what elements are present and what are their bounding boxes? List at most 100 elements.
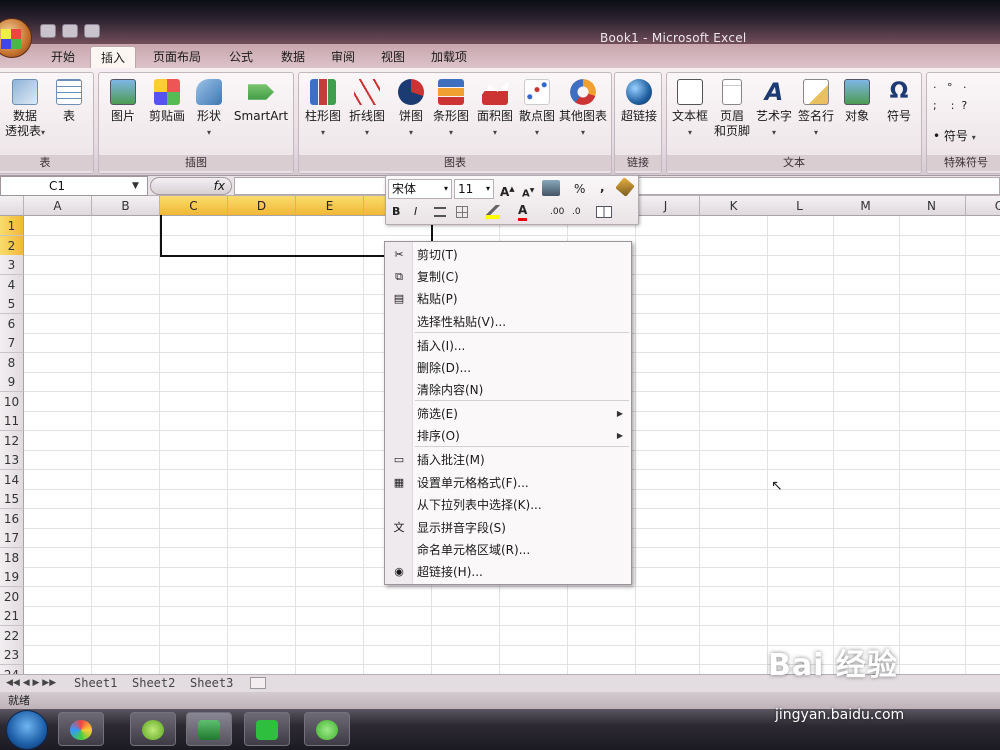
row-header[interactable]: 2 [0, 235, 24, 256]
context-menu-item[interactable]: 清除内容(N) [386, 379, 631, 401]
special-symbol-button[interactable]: • 符号 ▾ [933, 129, 997, 145]
row-header[interactable]: 11 [0, 411, 24, 431]
picture-button[interactable]: 图片 [105, 79, 141, 124]
percent-style-button[interactable]: % [574, 180, 585, 198]
column-header[interactable]: B [92, 196, 160, 216]
context-menu-item[interactable]: 从下拉列表中选择(K)... [386, 494, 631, 516]
row-header[interactable]: 7 [0, 333, 24, 353]
sheet-tab-2[interactable]: Sheet2 [132, 675, 175, 691]
tab-review[interactable]: 审阅 [320, 48, 366, 68]
clip-art-button[interactable]: 剪贴画 [145, 79, 189, 124]
font-color-button[interactable]: A [518, 201, 528, 221]
tab-addins[interactable]: 加载项 [420, 48, 478, 68]
context-menu-item[interactable]: ▤ 粘贴(P) [386, 288, 631, 310]
center-align-icon[interactable] [434, 207, 446, 217]
scatter-chart-button[interactable]: 散点图 ▾ [515, 79, 559, 140]
undo-icon[interactable] [62, 24, 78, 38]
symbol-button[interactable]: Ω 符号 [879, 79, 919, 124]
tab-formulas[interactable]: 公式 [218, 48, 264, 68]
row-header[interactable]: 21 [0, 606, 24, 626]
other-charts-button[interactable]: 其他图表 ▾ [555, 79, 611, 140]
text-box-button[interactable]: 文本框 ▾ [669, 79, 711, 140]
row-header[interactable]: 5 [0, 294, 24, 314]
column-header[interactable]: C [160, 196, 228, 216]
name-box-dropdown-icon[interactable]: ▼ [132, 181, 139, 191]
column-header[interactable]: K [700, 196, 768, 216]
object-button[interactable]: 对象 [837, 79, 877, 124]
taskbar-app-pinwheel[interactable] [58, 712, 104, 746]
row-header[interactable]: 23 [0, 645, 24, 665]
redo-icon[interactable] [84, 24, 100, 38]
pivot-table-button[interactable]: 数据 透视表▾ [3, 79, 47, 140]
row-header[interactable]: 20 [0, 586, 24, 607]
format-painter-icon[interactable] [615, 177, 635, 197]
row-header[interactable]: 1 [0, 216, 24, 236]
tab-page-layout[interactable]: 页面布局 [142, 48, 212, 68]
sheet-tab-1[interactable]: Sheet1 [74, 675, 117, 691]
insert-function-button[interactable]: fx [150, 177, 232, 195]
row-header[interactable]: 6 [0, 313, 24, 334]
row-header[interactable]: 8 [0, 352, 24, 373]
accounting-format-icon[interactable] [542, 180, 560, 196]
context-menu-item[interactable]: ▦ 设置单元格格式(F)... [386, 472, 631, 494]
shapes-button[interactable]: 形状 ▾ [191, 79, 227, 140]
context-menu-item[interactable]: ⧉ 复制(C) [386, 266, 631, 288]
taskbar-app-browser[interactable] [130, 712, 176, 746]
borders-icon[interactable] [456, 206, 468, 218]
row-header[interactable]: 22 [0, 625, 24, 646]
bar-chart-button[interactable]: 条形图 ▾ [429, 79, 473, 140]
taskbar-app-excel[interactable] [186, 712, 232, 746]
name-box[interactable]: C1 [0, 176, 148, 196]
row-header[interactable]: 16 [0, 508, 24, 529]
comma-style-button[interactable]: , [600, 178, 605, 196]
context-menu-item[interactable]: 排序(O) ▶ [386, 425, 631, 447]
row-header[interactable]: 12 [0, 430, 24, 451]
tab-insert[interactable]: 插入 [90, 46, 136, 68]
tab-view[interactable]: 视图 [370, 48, 416, 68]
fill-color-icon[interactable] [486, 205, 500, 219]
column-header[interactable]: E [296, 196, 364, 216]
context-menu-item[interactable]: 选择性粘贴(V)... [386, 311, 631, 333]
row-header[interactable]: 15 [0, 489, 24, 509]
column-header[interactable]: D [228, 196, 296, 216]
row-header[interactable]: 13 [0, 450, 24, 470]
wordart-button[interactable]: A 艺术字 ▾ [753, 79, 795, 140]
font-name-select[interactable]: 宋体 ▾ [388, 179, 452, 199]
context-menu-item[interactable]: 筛选(E) ▶ [386, 403, 631, 425]
bold-button[interactable]: B [392, 203, 400, 221]
context-menu-item[interactable]: ▭ 插入批注(M) [386, 449, 631, 471]
font-size-select[interactable]: 11 ▾ [454, 179, 494, 199]
column-header[interactable]: J [632, 196, 700, 216]
context-menu-item[interactable]: 命名单元格区域(R)... [386, 539, 631, 561]
line-chart-button[interactable]: 折线图 ▾ [345, 79, 389, 140]
row-header[interactable]: 10 [0, 391, 24, 412]
signature-line-button[interactable]: 签名行 ▾ [795, 79, 837, 140]
column-header[interactable]: N [898, 196, 966, 216]
area-chart-button[interactable]: 面积图 ▾ [473, 79, 517, 140]
taskbar-app-iqiyi[interactable] [244, 712, 290, 746]
smartart-button[interactable]: SmartArt [231, 79, 291, 124]
row-header[interactable]: 18 [0, 547, 24, 568]
insert-sheet-icon[interactable] [250, 677, 266, 689]
pie-chart-button[interactable]: 饼图 ▾ [391, 79, 431, 140]
row-header[interactable]: 14 [0, 469, 24, 490]
italic-button[interactable]: I [414, 203, 417, 221]
row-header[interactable]: 3 [0, 255, 24, 275]
context-menu-item[interactable]: ◉ 超链接(H)... [386, 561, 631, 583]
column-header[interactable]: O [966, 196, 1000, 216]
row-header[interactable]: 4 [0, 274, 24, 295]
grow-font-button[interactable]: A▲ [500, 180, 515, 201]
context-menu-item[interactable]: 插入(I)... [386, 335, 631, 357]
row-header[interactable]: 19 [0, 567, 24, 587]
sheet-tab-3[interactable]: Sheet3 [190, 675, 233, 691]
increase-decimal-icon[interactable]: .00 [550, 203, 564, 221]
row-header[interactable]: 9 [0, 372, 24, 392]
column-header[interactable]: L [766, 196, 834, 216]
save-icon[interactable] [40, 24, 56, 38]
start-button[interactable] [6, 710, 48, 750]
context-menu-item[interactable]: 文显示拼音字段(S) [386, 517, 631, 539]
context-menu-item[interactable]: ✂ 剪切(T) [386, 244, 631, 266]
table-button[interactable]: 表 [51, 79, 87, 124]
tab-home[interactable]: 开始 [40, 48, 86, 68]
header-footer-button[interactable]: 页眉 和页脚 [711, 79, 753, 139]
